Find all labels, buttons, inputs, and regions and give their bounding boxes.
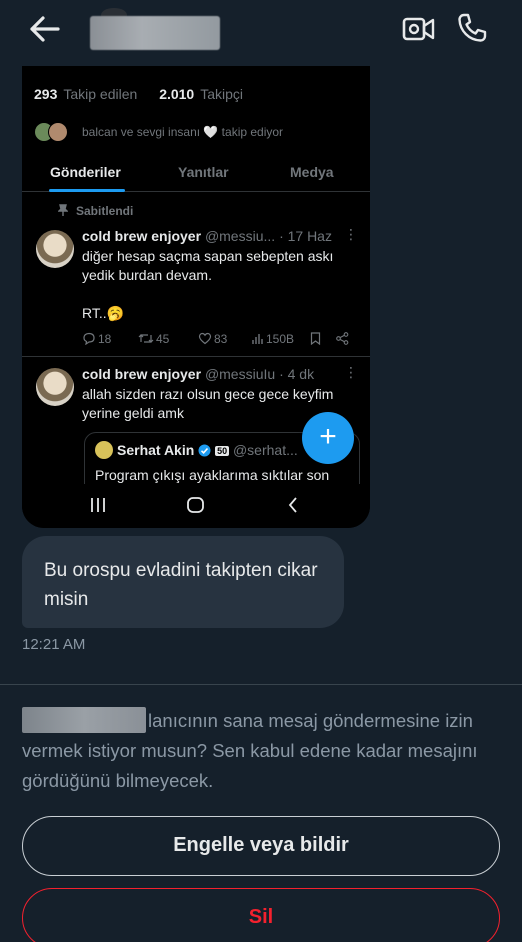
reply-action[interactable]: 18 [82, 332, 111, 346]
message-bubble[interactable]: Bu orospu evladini takipten cikar misin [22, 536, 344, 628]
tweet-handle: @messiu... [204, 228, 276, 244]
retweet-count: 45 [156, 332, 170, 346]
joined-date-cropped [34, 66, 37, 74]
pin-icon [57, 204, 69, 216]
tweet-header: cold brew enjoyer @messiuIu · 4 dk [82, 366, 314, 382]
more-icon[interactable]: ⋮ [344, 364, 358, 381]
reply-icon [83, 332, 95, 346]
verified-badge-icon [198, 444, 211, 457]
quote-handle: @serhat... [232, 442, 298, 458]
message-text: Bu orospu evladini takipten cikar misin [44, 560, 318, 610]
like-action[interactable]: 83 [198, 332, 227, 346]
views-action[interactable]: 150B [252, 332, 294, 346]
sender-name-redacted [22, 707, 146, 733]
back-button[interactable] [28, 14, 62, 44]
followed-by-text: balcan ve sevgi insanı 🤍 takip ediyor [82, 125, 284, 139]
bookmark-action[interactable] [310, 332, 323, 346]
active-tab-indicator [49, 189, 125, 192]
nav-back-icon[interactable] [288, 497, 297, 513]
quote-text: Program çıkışı ayaklarıma sıktılar son [95, 467, 330, 483]
tab-replies[interactable]: Yanıtlar [178, 164, 229, 180]
tweet-author-name: cold brew enjoyer [82, 228, 202, 244]
retweet-action[interactable]: 45 [138, 332, 169, 346]
block-or-report-button[interactable]: Engelle veya bildir [22, 816, 500, 876]
followers-label: Takipçi [200, 86, 244, 102]
views-count: 150B [266, 332, 295, 346]
quote-header: Serhat Akin 50 @serhat... [95, 441, 298, 459]
phone-icon [458, 13, 487, 42]
affiliate-badge-icon: 50 [215, 446, 230, 456]
android-navbar [22, 484, 370, 528]
tweet-avatar [36, 230, 74, 268]
tweet-header: cold brew enjoyer @messiu... · 17 Haz [82, 228, 332, 244]
compose-fab-button[interactable]: + [302, 412, 354, 464]
follower-avatar [48, 122, 68, 142]
tweet-handle: @messiuIu [204, 366, 276, 382]
views-icon [252, 334, 263, 344]
pinned-row: Sabitlendi [57, 204, 134, 218]
following-count: 293 [34, 86, 58, 102]
video-call-button[interactable] [402, 14, 436, 44]
tweet-time: · 4 dk [279, 366, 315, 382]
following-label: Takip edilen [63, 86, 138, 102]
divider [0, 684, 522, 685]
tab-posts[interactable]: Gönderiler [50, 164, 121, 180]
quote-author-name: Serhat Akin [117, 442, 195, 458]
shared-screenshot[interactable]: 293 Takip edilen 2.010 Takipçi balcan ve s… [22, 66, 370, 528]
like-count: 83 [214, 332, 228, 346]
bookmark-icon [310, 332, 321, 346]
pinned-label: Sabitlendi [76, 204, 134, 218]
followers-count: 2.010 [159, 86, 195, 102]
tweet-time: · 17 Haz [279, 228, 332, 244]
chat-header [0, 0, 522, 60]
profile-stats: 293 Takip edilen 2.010 Takipçi [34, 86, 249, 102]
quote-avatar [95, 441, 113, 459]
contact-name-redacted[interactable] [90, 16, 220, 50]
video-camera-icon [402, 17, 435, 41]
heart-icon [198, 332, 212, 345]
tweet-divider [22, 356, 370, 357]
tweet-text: diğer hesap saçma sapan sebepten askı ye… [82, 248, 334, 283]
more-icon[interactable]: ⋮ [344, 226, 358, 243]
retweet-icon [138, 334, 154, 343]
recent-apps-icon[interactable] [91, 498, 105, 512]
home-icon[interactable] [187, 497, 204, 513]
tweet-extra-text: RT..🥱 [82, 305, 125, 321]
tab-media[interactable]: Medya [290, 164, 334, 180]
share-action[interactable] [336, 332, 351, 346]
delete-button[interactable]: Sil [22, 888, 500, 942]
tweet-author-name: cold brew enjoyer [82, 366, 202, 382]
message-request-notice: lanıcının sana mesaj göndermesine izin v… [22, 706, 502, 796]
share-icon [336, 332, 349, 345]
reply-count: 18 [98, 332, 112, 346]
message-timestamp: 12:21 AM [22, 636, 86, 653]
tweet-avatar [36, 368, 74, 406]
voice-call-button[interactable] [456, 12, 488, 44]
profile-tabs: Gönderiler Yanıtlar Medya [22, 154, 370, 192]
arrow-left-icon [30, 16, 60, 42]
